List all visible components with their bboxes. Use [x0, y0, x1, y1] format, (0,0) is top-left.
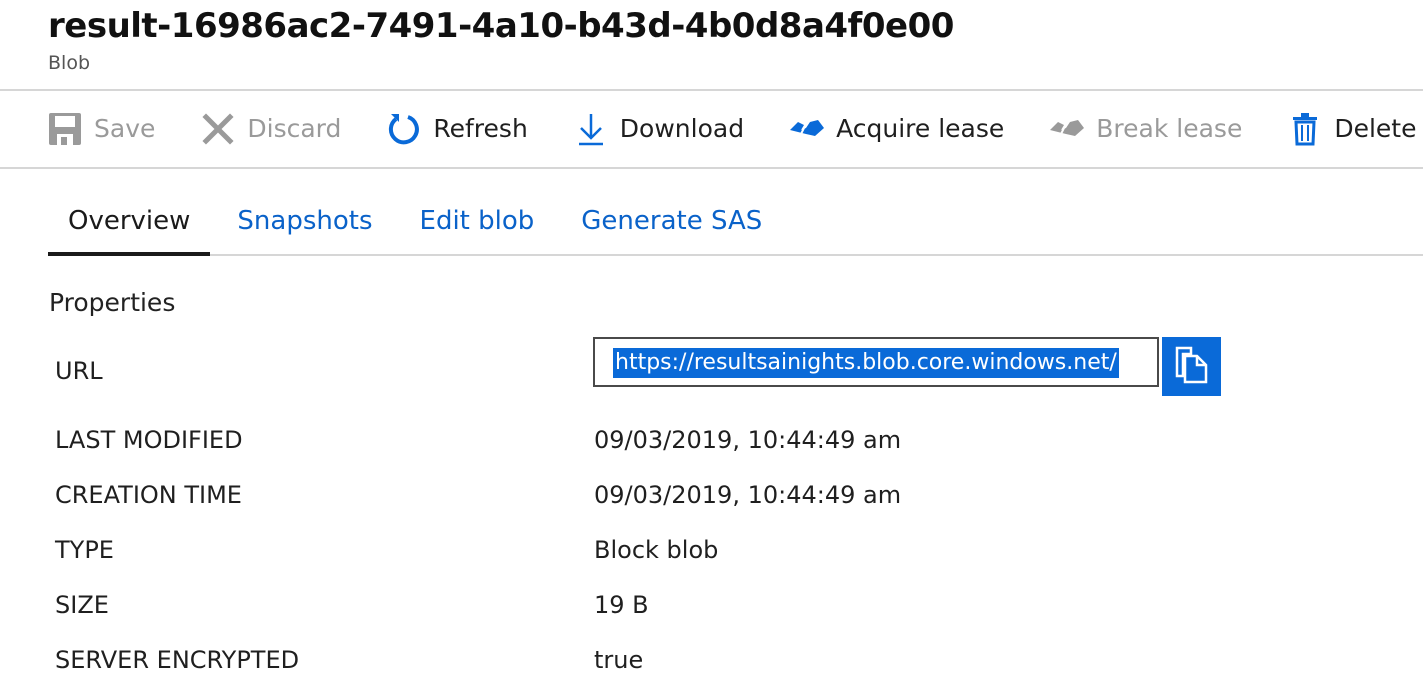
refresh-button[interactable]: Refresh: [385, 109, 528, 149]
close-icon: [199, 110, 237, 148]
page-subtitle: Blob: [48, 52, 90, 74]
acquire-lease-icon: [788, 110, 826, 148]
properties-heading: Properties: [49, 288, 176, 317]
tab-strip: Overview Snapshots Edit blob Generate SA…: [48, 189, 1423, 256]
property-value: 09/03/2019, 10:44:49 am: [594, 481, 902, 509]
delete-label: Delete: [1334, 114, 1417, 143]
url-value[interactable]: https://resultsainights.blob.core.window…: [613, 348, 1119, 378]
discard-button[interactable]: Discard: [199, 109, 341, 149]
tab-overview[interactable]: Overview: [48, 189, 211, 256]
property-row: SIZE 19 B: [55, 587, 1355, 623]
property-key: TYPE: [55, 536, 114, 564]
property-row: TYPE Block blob: [55, 532, 1355, 568]
refresh-icon: [385, 110, 423, 148]
discard-label: Discard: [247, 114, 342, 143]
property-key: CREATION TIME: [55, 481, 242, 509]
property-key: LAST MODIFIED: [55, 426, 243, 454]
property-value: 19 B: [594, 591, 649, 619]
page-title: result-16986ac2-7491-4a10-b43d-4b0d8a4f0…: [48, 6, 954, 46]
save-button[interactable]: Save: [46, 109, 155, 149]
save-label: Save: [94, 114, 156, 143]
trash-icon: [1286, 110, 1324, 148]
copy-url-button[interactable]: [1162, 337, 1221, 396]
download-label: Download: [619, 114, 745, 143]
property-value: Block blob: [594, 536, 719, 564]
refresh-label: Refresh: [433, 114, 528, 143]
command-bar: Save Discard Refresh Download Acquire le…: [0, 89, 1423, 169]
tab-snapshots[interactable]: Snapshots: [217, 189, 392, 254]
property-value: 09/03/2019, 10:44:49 am: [594, 426, 902, 454]
break-lease-icon: [1048, 110, 1086, 148]
property-key: SIZE: [55, 591, 109, 619]
url-field[interactable]: https://resultsainights.blob.core.window…: [593, 337, 1159, 387]
blade-header: result-16986ac2-7491-4a10-b43d-4b0d8a4f0…: [48, 4, 954, 76]
property-key: URL: [55, 357, 103, 385]
download-icon: [572, 110, 610, 148]
delete-button[interactable]: Delete: [1286, 109, 1416, 149]
property-row: LAST MODIFIED 09/03/2019, 10:44:49 am: [55, 422, 1355, 458]
save-icon: [46, 110, 84, 148]
tab-generate-sas[interactable]: Generate SAS: [561, 189, 782, 254]
property-key: SERVER ENCRYPTED: [55, 646, 300, 674]
break-lease-button[interactable]: Break lease: [1048, 109, 1242, 149]
tab-edit-blob[interactable]: Edit blob: [400, 189, 555, 254]
break-lease-label: Break lease: [1096, 114, 1243, 143]
acquire-lease-label: Acquire lease: [836, 114, 1005, 143]
property-row: CREATION TIME 09/03/2019, 10:44:49 am: [55, 477, 1355, 513]
copy-icon: [1175, 346, 1209, 388]
download-button[interactable]: Download: [572, 109, 744, 149]
property-row: SERVER ENCRYPTED true: [55, 642, 1355, 678]
property-value: true: [594, 646, 644, 674]
acquire-lease-button[interactable]: Acquire lease: [788, 109, 1004, 149]
